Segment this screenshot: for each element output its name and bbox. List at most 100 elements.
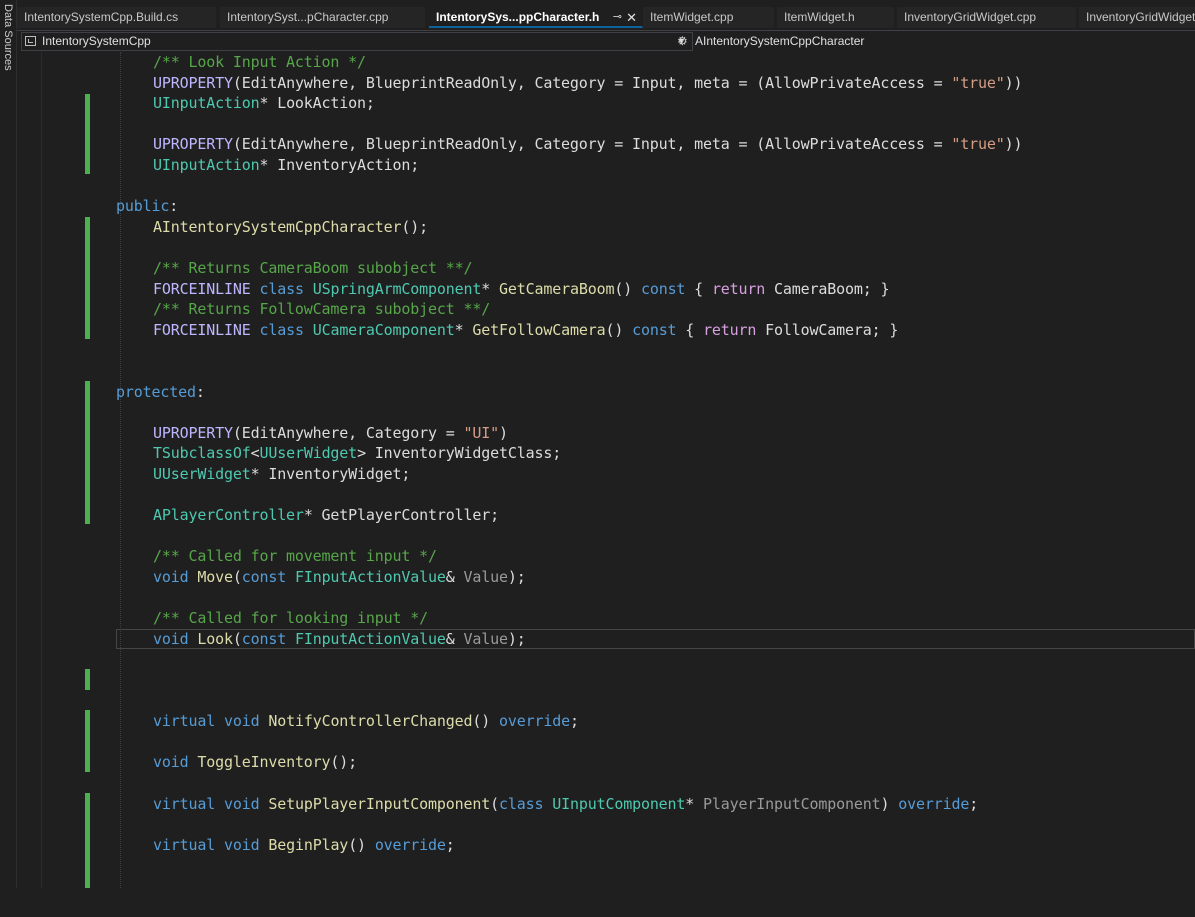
code-token: BeginPlay — [268, 835, 349, 854]
code-line[interactable]: virtual void NotifyControllerChanged() o… — [17, 711, 1195, 732]
member-dropdown[interactable]: ⚙ AIntentorySystemCppCharacter — [677, 32, 1191, 51]
code-token: () — [614, 279, 641, 298]
code-line[interactable] — [17, 526, 1195, 547]
tab-label: IntentorySystemCpp.Build.cs — [24, 10, 179, 24]
code-line[interactable] — [17, 114, 1195, 135]
tab-itemwidget-cpp[interactable]: ItemWidget.cpp — [643, 7, 775, 28]
project-icon — [25, 36, 36, 46]
code-line[interactable] — [17, 855, 1195, 876]
code-token: Value — [463, 629, 509, 648]
tab-build-cs[interactable]: IntentorySystemCpp.Build.cs — [17, 7, 217, 28]
code-line[interactable]: UPROPERTY(EditAnywhere, Category = "UI") — [17, 423, 1195, 444]
tab-inventorygridwidget-h[interactable]: InventoryGridWidget — [1079, 7, 1195, 28]
code-text: public: — [116, 196, 178, 217]
code-line[interactable] — [17, 485, 1195, 506]
code-line[interactable]: void ToggleInventory(); — [17, 752, 1195, 773]
code-token: const — [241, 629, 287, 648]
code-line[interactable]: void Move(const FInputActionValue& Value… — [17, 567, 1195, 588]
code-line[interactable]: APlayerController* GetPlayerController; — [17, 505, 1195, 526]
code-token: const — [241, 568, 287, 586]
code-text: protected: — [116, 382, 205, 403]
code-line[interactable]: UPROPERTY(EditAnywhere, BlueprintReadOnl… — [17, 134, 1195, 155]
code-token: override — [898, 794, 970, 813]
data-sources-strip[interactable]: Data Sources — [0, 0, 17, 888]
tab-label: InventoryGridWidget.cpp — [904, 10, 1037, 24]
code-line[interactable] — [17, 670, 1195, 691]
code-line[interactable]: /** Called for movement input */ — [17, 546, 1195, 567]
code-token: () — [605, 320, 633, 339]
code-token: & — [445, 629, 464, 648]
tab-label: InventoryGridWidget — [1086, 10, 1195, 24]
code-line[interactable]: public: — [17, 196, 1195, 217]
code-line[interactable]: FORCEINLINE class UCameraComponent* GetF… — [17, 320, 1195, 341]
code-token: public — [116, 197, 170, 216]
code-line[interactable]: AIntentorySystemCppCharacter(); — [17, 217, 1195, 238]
code-token: FInputActionValue — [294, 568, 446, 586]
data-sources-label[interactable]: Data Sources — [0, 4, 16, 71]
code-line[interactable] — [17, 897, 1195, 917]
code-token: /** Returns FollowCamera subobject **/ — [153, 300, 491, 319]
project-dropdown[interactable]: IntentorySystemCpp ▼ — [21, 32, 693, 51]
code-text: void Look(const FInputActionValue& Value… — [153, 629, 526, 650]
tab-character-cpp[interactable]: IntentorySyst...pCharacter.cpp — [220, 7, 426, 28]
code-line[interactable]: virtual void SetupPlayerInputComponent(c… — [17, 794, 1195, 815]
code-line[interactable] — [17, 732, 1195, 753]
code-line[interactable]: TSubclassOf<UUserWidget> InventoryWidget… — [17, 443, 1195, 464]
code-line[interactable]: UPROPERTY(EditAnywhere, BlueprintReadOnl… — [17, 73, 1195, 94]
code-token: virtual — [153, 835, 216, 854]
code-token: ; — [445, 835, 455, 854]
code-editor[interactable]: /** Look Input Action */UPROPERTY(EditAn… — [17, 52, 1195, 888]
code-token: UPROPERTY — [153, 135, 233, 154]
code-token: void — [223, 712, 260, 731]
code-token: UInputAction — [153, 156, 260, 174]
code-text: /** Called for looking input */ — [153, 608, 428, 629]
tab-label: ItemWidget.h — [784, 10, 855, 24]
code-line[interactable]: /** Returns CameraBoom subobject **/ — [17, 258, 1195, 279]
code-line[interactable] — [17, 340, 1195, 361]
tab-inventorygridwidget-cpp[interactable]: InventoryGridWidget.cpp — [897, 7, 1077, 28]
code-text: APlayerController* GetPlayerController; — [153, 505, 499, 526]
tab-label: ItemWidget.cpp — [650, 10, 734, 24]
code-line[interactable]: virtual void BeginPlay() override; — [17, 835, 1195, 856]
code-line[interactable]: FORCEINLINE class USpringArmComponent* G… — [17, 279, 1195, 300]
code-line[interactable] — [17, 588, 1195, 609]
tab-itemwidget-h[interactable]: ItemWidget.h — [777, 7, 895, 28]
code-line[interactable] — [17, 402, 1195, 423]
code-token: * — [454, 320, 473, 339]
code-line[interactable]: UInputAction* LookAction; — [17, 93, 1195, 114]
code-token: UInputComponent — [552, 794, 686, 813]
code-line[interactable] — [17, 176, 1195, 197]
code-text: virtual void SetupPlayerInputComponent(c… — [153, 794, 978, 815]
code-line[interactable] — [17, 237, 1195, 258]
code-token: virtual — [153, 712, 216, 731]
code-lines[interactable]: /** Look Input Action */UPROPERTY(EditAn… — [17, 52, 1195, 888]
tab-character-h[interactable]: IntentorySys...ppCharacter.h ⊸ ✕ — [429, 7, 643, 28]
code-token: "true" — [951, 135, 1005, 154]
code-line[interactable]: /** Look Input Action */ — [17, 52, 1195, 73]
code-token: protected — [116, 382, 196, 401]
code-text: UPROPERTY(EditAnywhere, BlueprintReadOnl… — [153, 73, 1023, 94]
code-line[interactable] — [17, 691, 1195, 712]
code-token: AIntentorySystemCppCharacter — [153, 217, 402, 236]
code-token: )) — [1004, 135, 1023, 154]
code-line[interactable] — [17, 361, 1195, 382]
code-token: : — [169, 197, 179, 216]
code-text: UInputAction* InventoryAction; — [153, 155, 419, 176]
pin-icon[interactable]: ⊸ — [613, 7, 622, 26]
current-code-line[interactable]: void Look(const FInputActionValue& Value… — [116, 628, 1195, 650]
code-line[interactable]: UInputAction* InventoryAction; — [17, 155, 1195, 176]
code-line[interactable]: UUserWidget* InventoryWidget; — [17, 464, 1195, 485]
code-token: UCameraComponent — [312, 320, 455, 339]
code-line[interactable] — [17, 814, 1195, 835]
close-icon[interactable]: ✕ — [626, 7, 637, 26]
code-token: /** Returns CameraBoom subobject **/ — [153, 259, 473, 277]
code-line[interactable]: /** Returns FollowCamera subobject **/ — [17, 299, 1195, 320]
code-token: /** Called for looking input */ — [153, 609, 428, 628]
code-line[interactable]: protected: — [17, 382, 1195, 403]
code-token: & — [445, 568, 464, 586]
code-line[interactable]: /** Called for looking input */ — [17, 608, 1195, 629]
code-line[interactable] — [17, 649, 1195, 670]
code-line[interactable] — [17, 773, 1195, 794]
code-line[interactable] — [17, 876, 1195, 897]
code-token: ( — [232, 629, 242, 648]
